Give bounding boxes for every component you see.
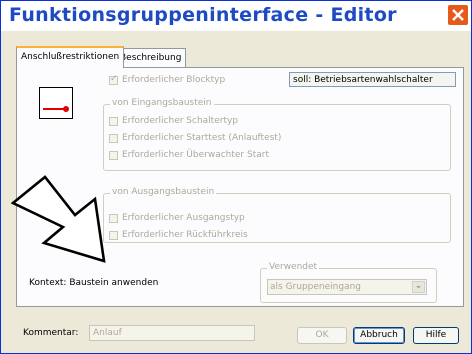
output-connector-icon [43,106,69,112]
eingang-group: von Eingangsbaustein Erforderlicher Scha… [103,98,451,171]
soll-field: soll: Betriebsartenwahlschalter [289,72,456,87]
blocktyp-checkbox[interactable] [109,74,118,85]
verwendet-group: Verwendet als Gruppeneingang [260,262,437,303]
kontext-label: Kontext: Baustein anwenden [29,278,159,288]
ok-button[interactable]: OK [297,327,347,344]
block-type-icon [39,87,73,119]
close-button[interactable] [447,4,469,26]
annotation-arrow-icon [11,175,106,263]
window-title: Funktionsgruppeninterface - Editor [9,4,397,26]
kommentar-label: Kommentar: [23,328,79,338]
blocktyp-label: Erforderlicher Blocktyp [122,75,226,85]
editor-window: Funktionsgruppeninterface - Editor Ansch… [0,0,472,354]
abbruch-button[interactable]: Abbruch [353,327,405,344]
title-bar[interactable]: Funktionsgruppeninterface - Editor [1,1,471,31]
dropdown-button[interactable] [412,281,425,293]
close-icon [452,9,464,21]
starttest-label: Erforderlicher Starttest (Anlauftest) [122,133,282,143]
eingang-legend: von Eingangsbaustein [110,98,214,108]
ausgangstyp-label: Erforderlicher Ausgangstyp [122,213,245,223]
ueberwachter-start-label: Erforderlicher Überwachter Start [122,150,269,160]
kommentar-input[interactable]: Anlauf [89,325,255,341]
tab-anschlussrestriktionen[interactable]: Anschlußrestriktionen [16,46,125,68]
hilfe-button[interactable]: Hilfe [413,327,459,344]
ausgang-group: von Ausgangsbaustein Erforderlicher Ausg… [103,187,451,243]
tab-beschreibung[interactable]: Beschreibung [115,48,187,67]
schaltertyp-label: Erforderlicher Schaltertyp [122,116,239,126]
verwendet-legend: Verwendet [267,262,320,272]
verwendet-dropdown[interactable]: als Gruppeneingang [267,279,427,295]
chevron-down-icon [416,286,421,289]
verwendet-selected: als Gruppeneingang [270,282,361,292]
rueckfuehrkreis-label: Erforderlicher Rückführkreis [122,230,248,240]
